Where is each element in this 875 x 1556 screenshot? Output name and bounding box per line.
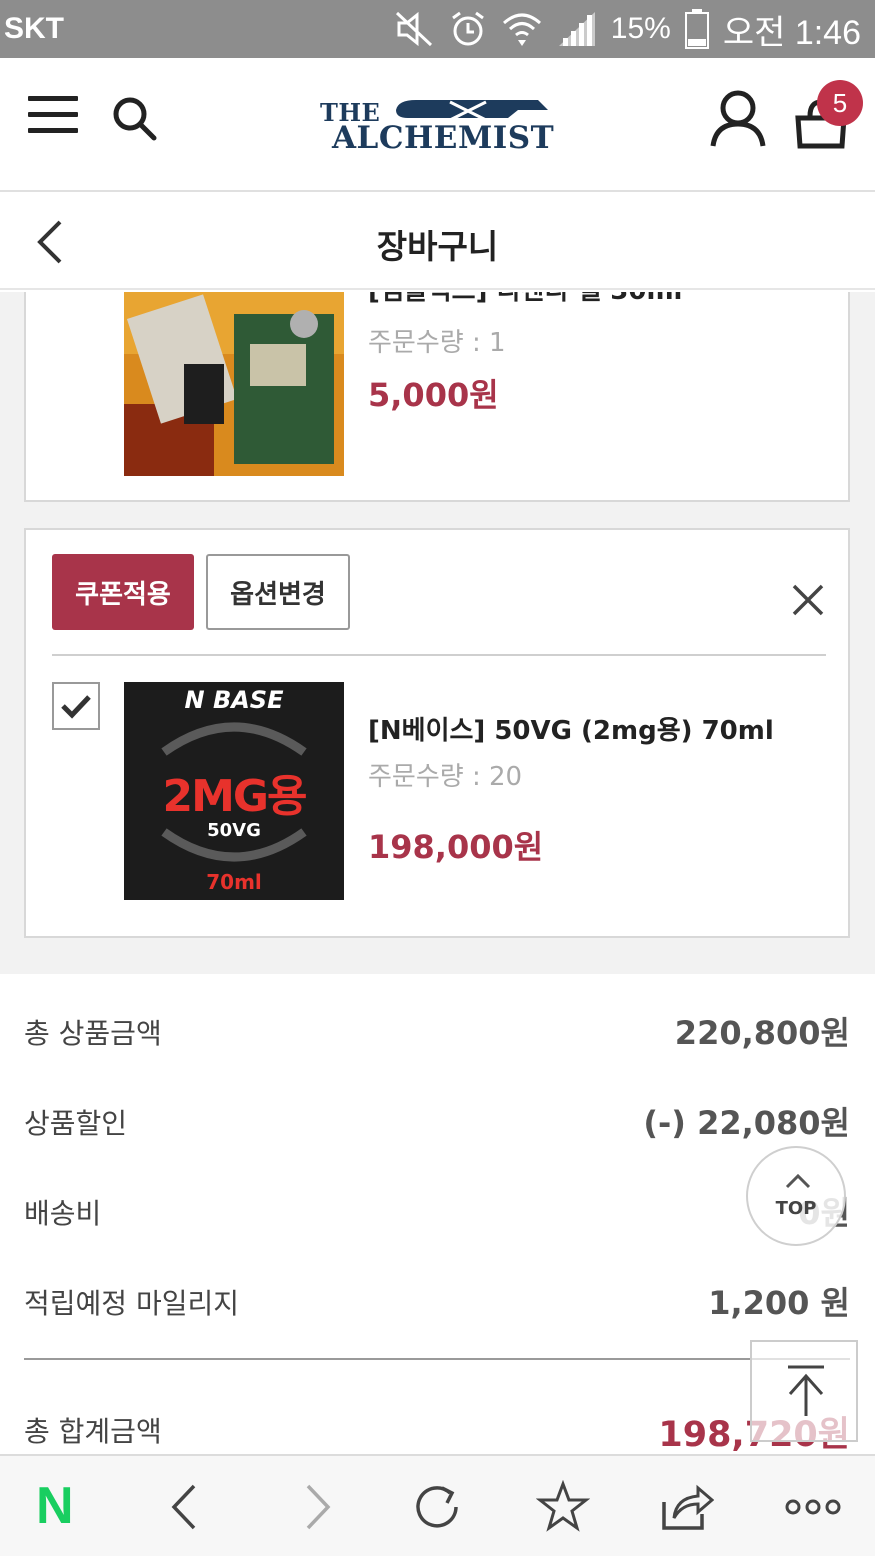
scroll-top-button[interactable]: TOP xyxy=(746,1146,846,1246)
carrier-label: SKT xyxy=(4,12,64,45)
product-name[interactable]: [엠블럭스] 디센디 젤 30ml xyxy=(368,292,682,307)
status-icons: 15% 오전 1:46 xyxy=(395,8,861,52)
logo-text-alchemist: ALCHEMIST xyxy=(332,120,555,156)
image-brand-text: N BASE xyxy=(184,686,284,714)
battery-percent: 15% xyxy=(610,12,671,45)
discount-value: (-) 22,080원 xyxy=(643,1104,850,1142)
chevron-up-icon xyxy=(785,1173,811,1189)
alarm-icon xyxy=(451,11,484,46)
arrow-up-icon xyxy=(788,1365,824,1416)
item-checkbox[interactable] xyxy=(52,682,100,730)
discount-row: 상품할인 (-) 22,080원 xyxy=(24,1094,850,1144)
image-strength-text: 2MG용 xyxy=(162,771,308,822)
product-price: 5,000원 xyxy=(368,376,499,414)
total-row: 총 합계금액 198,720원 xyxy=(24,1402,850,1454)
naver-home-button[interactable]: N xyxy=(36,1478,74,1534)
site-logo[interactable]: THE ALCHEMIST xyxy=(318,96,562,158)
scroll-top-label: TOP xyxy=(775,1198,817,1219)
search-icon[interactable] xyxy=(110,94,158,142)
card-divider xyxy=(52,654,826,656)
summary-divider xyxy=(24,1358,850,1360)
subtotal-label: 총 상품금액 xyxy=(24,1017,162,1050)
discount-label: 상품할인 xyxy=(24,1107,128,1140)
browser-toolbar: N xyxy=(0,1454,875,1556)
clock: 오전 1:46 xyxy=(722,13,861,52)
product-price: 198,000원 xyxy=(368,828,544,866)
shipping-label: 배송비 xyxy=(24,1197,102,1230)
remove-item-icon[interactable] xyxy=(788,580,828,620)
subtotal-value: 220,800원 xyxy=(674,1014,850,1052)
apply-coupon-button[interactable]: 쿠폰적용 xyxy=(52,554,194,630)
battery-icon xyxy=(684,9,709,49)
signal-icon xyxy=(558,12,595,46)
subtotal-row: 총 상품금액 220,800원 xyxy=(24,1004,850,1054)
refresh-icon[interactable] xyxy=(410,1480,464,1534)
cart-list: [엠블럭스] 디센디 젤 30ml 주문수량 : 1 5,000원 쿠폰적용 옵… xyxy=(0,292,875,974)
mileage-label: 적립예정 마일리지 xyxy=(24,1287,239,1320)
page-title-bar: 장바구니 xyxy=(0,194,875,290)
product-image-art xyxy=(124,292,344,476)
total-label: 총 합계금액 xyxy=(24,1415,162,1448)
more-options-icon[interactable] xyxy=(784,1480,842,1534)
cart-item-card: [엠블럭스] 디센디 젤 30ml 주문수량 : 1 5,000원 xyxy=(24,292,850,502)
cart-count-badge: 5 xyxy=(817,80,863,126)
change-option-button[interactable]: 옵션변경 xyxy=(206,554,350,630)
cart-item-card: 쿠폰적용 옵션변경 N BASE 2MG용 50VG 70ml [N베이스] 5… xyxy=(24,528,850,938)
mute-icon xyxy=(395,11,432,47)
wifi-icon xyxy=(502,13,541,46)
browser-back-icon[interactable] xyxy=(158,1480,212,1534)
mileage-value: 1,200 원 xyxy=(708,1284,850,1322)
browser-forward-icon[interactable] xyxy=(290,1480,344,1534)
product-image[interactable] xyxy=(124,292,344,476)
status-bar: SKT 15% 오전 1:46 xyxy=(0,0,875,58)
menu-icon[interactable] xyxy=(28,96,78,136)
image-volume-text: 70ml xyxy=(206,870,262,894)
user-icon[interactable] xyxy=(708,88,768,150)
checkmark-icon xyxy=(61,695,91,719)
product-name[interactable]: [N베이스] 50VG (2mg용) 70ml xyxy=(368,710,774,747)
mileage-row: 적립예정 마일리지 1,200 원 xyxy=(24,1274,850,1324)
site-header: THE ALCHEMIST xyxy=(0,58,875,192)
share-icon[interactable] xyxy=(660,1480,714,1534)
product-quantity: 주문수량 : 20 xyxy=(368,762,523,792)
browser-scroll-top-button[interactable] xyxy=(750,1340,858,1442)
product-image[interactable]: N BASE 2MG용 50VG 70ml xyxy=(124,682,344,900)
page-title: 장바구니 xyxy=(376,227,499,266)
bookmark-star-icon[interactable] xyxy=(536,1480,590,1534)
order-summary: 총 상품금액 220,800원 상품할인 (-) 22,080원 배송비 0원 … xyxy=(0,974,875,1454)
image-vg-text: 50VG xyxy=(207,820,261,841)
product-quantity: 주문수량 : 1 xyxy=(368,328,506,358)
shipping-row: 배송비 0원 xyxy=(24,1184,850,1234)
